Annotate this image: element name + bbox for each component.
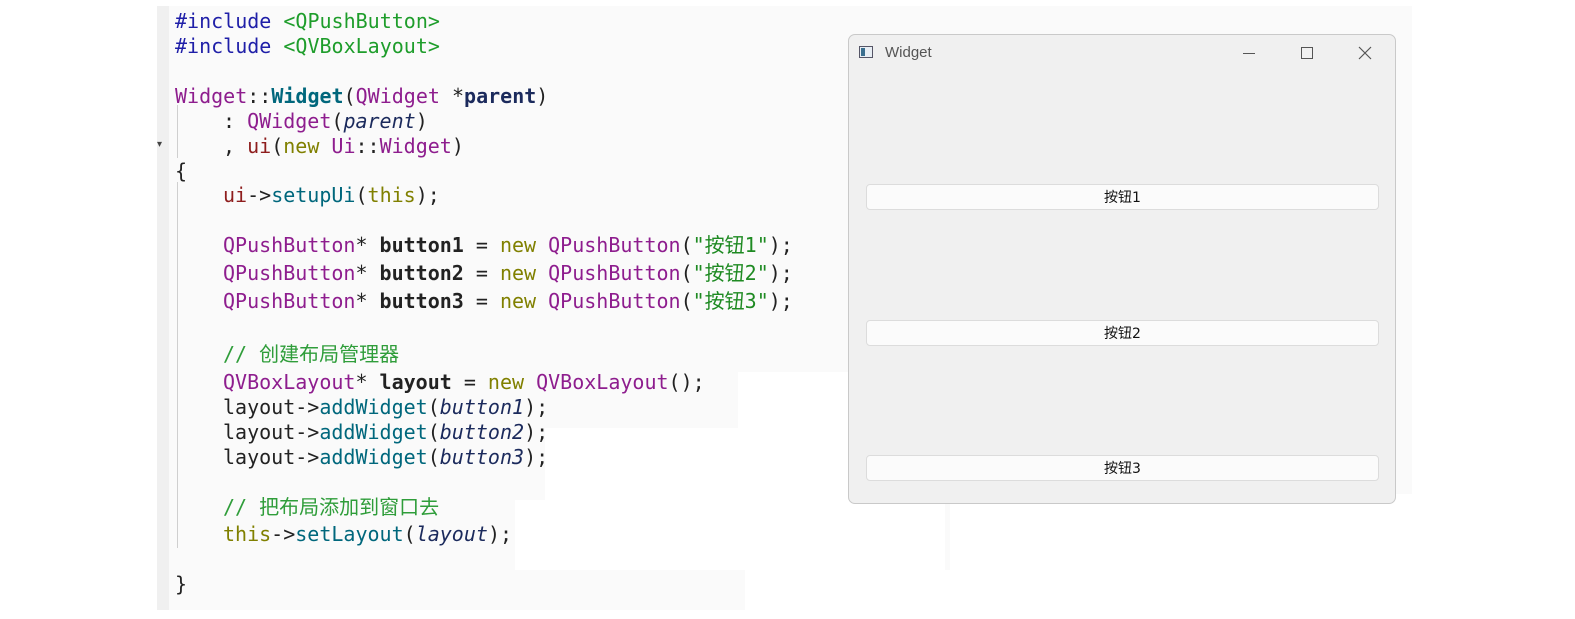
code-line-16: layout->addWidget(button1); bbox=[223, 395, 549, 419]
code-line-7: { bbox=[175, 159, 188, 183]
minimize-button[interactable] bbox=[1229, 39, 1269, 67]
code-comment-add-layout: // 把布局添加到窗口去 bbox=[223, 495, 440, 519]
close-icon bbox=[1358, 46, 1372, 60]
occluded-region bbox=[738, 372, 848, 428]
code-line-8: ui->setupUi(this); bbox=[223, 183, 440, 207]
push-button-3[interactable]: 按钮3 bbox=[866, 455, 1379, 481]
maximize-button[interactable] bbox=[1287, 39, 1327, 67]
occluded-region bbox=[545, 428, 848, 500]
code-line-6: , ui(new Ui::Widget) bbox=[223, 134, 464, 158]
occluded-region bbox=[745, 570, 1575, 619]
window-titlebar[interactable]: Widget bbox=[849, 35, 1395, 71]
code-line-1: #include <QPushButton> bbox=[175, 9, 440, 33]
code-line-11: QPushButton* button2 = new QPushButton("… bbox=[223, 261, 793, 285]
code-line-2: #include <QVBoxLayout> bbox=[175, 34, 440, 58]
push-button-2[interactable]: 按钮2 bbox=[866, 320, 1379, 346]
code-line-10: QPushButton* button1 = new QPushButton("… bbox=[223, 233, 793, 257]
code-line-17: layout->addWidget(button2); bbox=[223, 420, 549, 444]
minimize-icon bbox=[1243, 52, 1255, 54]
fold-marker-icon[interactable]: ▾ bbox=[157, 139, 162, 150]
qt-widget-window[interactable]: Widget 按钮1 按钮2 按钮3 bbox=[848, 34, 1396, 504]
code-line-4: Widget::Widget(QWidget *parent) bbox=[175, 84, 549, 108]
maximize-icon bbox=[1301, 47, 1313, 59]
code-line-15: QVBoxLayout* layout = new QVBoxLayout(); bbox=[223, 370, 705, 394]
window-title: Widget bbox=[885, 44, 932, 61]
occluded-region bbox=[515, 500, 945, 570]
code-comment-create-layout: // 创建布局管理器 bbox=[223, 342, 400, 366]
code-line-23: } bbox=[175, 572, 188, 596]
indent-guide bbox=[177, 182, 178, 548]
indent-guide bbox=[177, 105, 178, 158]
push-button-1[interactable]: 按钮1 bbox=[866, 184, 1379, 210]
code-line-12: QPushButton* button3 = new QPushButton("… bbox=[223, 289, 793, 313]
code-line-5: : QWidget(parent) bbox=[223, 109, 428, 133]
qt-app-icon bbox=[859, 46, 873, 58]
editor-gutter bbox=[157, 6, 169, 610]
code-line-21: this->setLayout(layout); bbox=[223, 522, 513, 546]
code-line-18: layout->addWidget(button3); bbox=[223, 445, 549, 469]
occluded-region bbox=[950, 494, 1575, 570]
close-button[interactable] bbox=[1345, 39, 1385, 67]
